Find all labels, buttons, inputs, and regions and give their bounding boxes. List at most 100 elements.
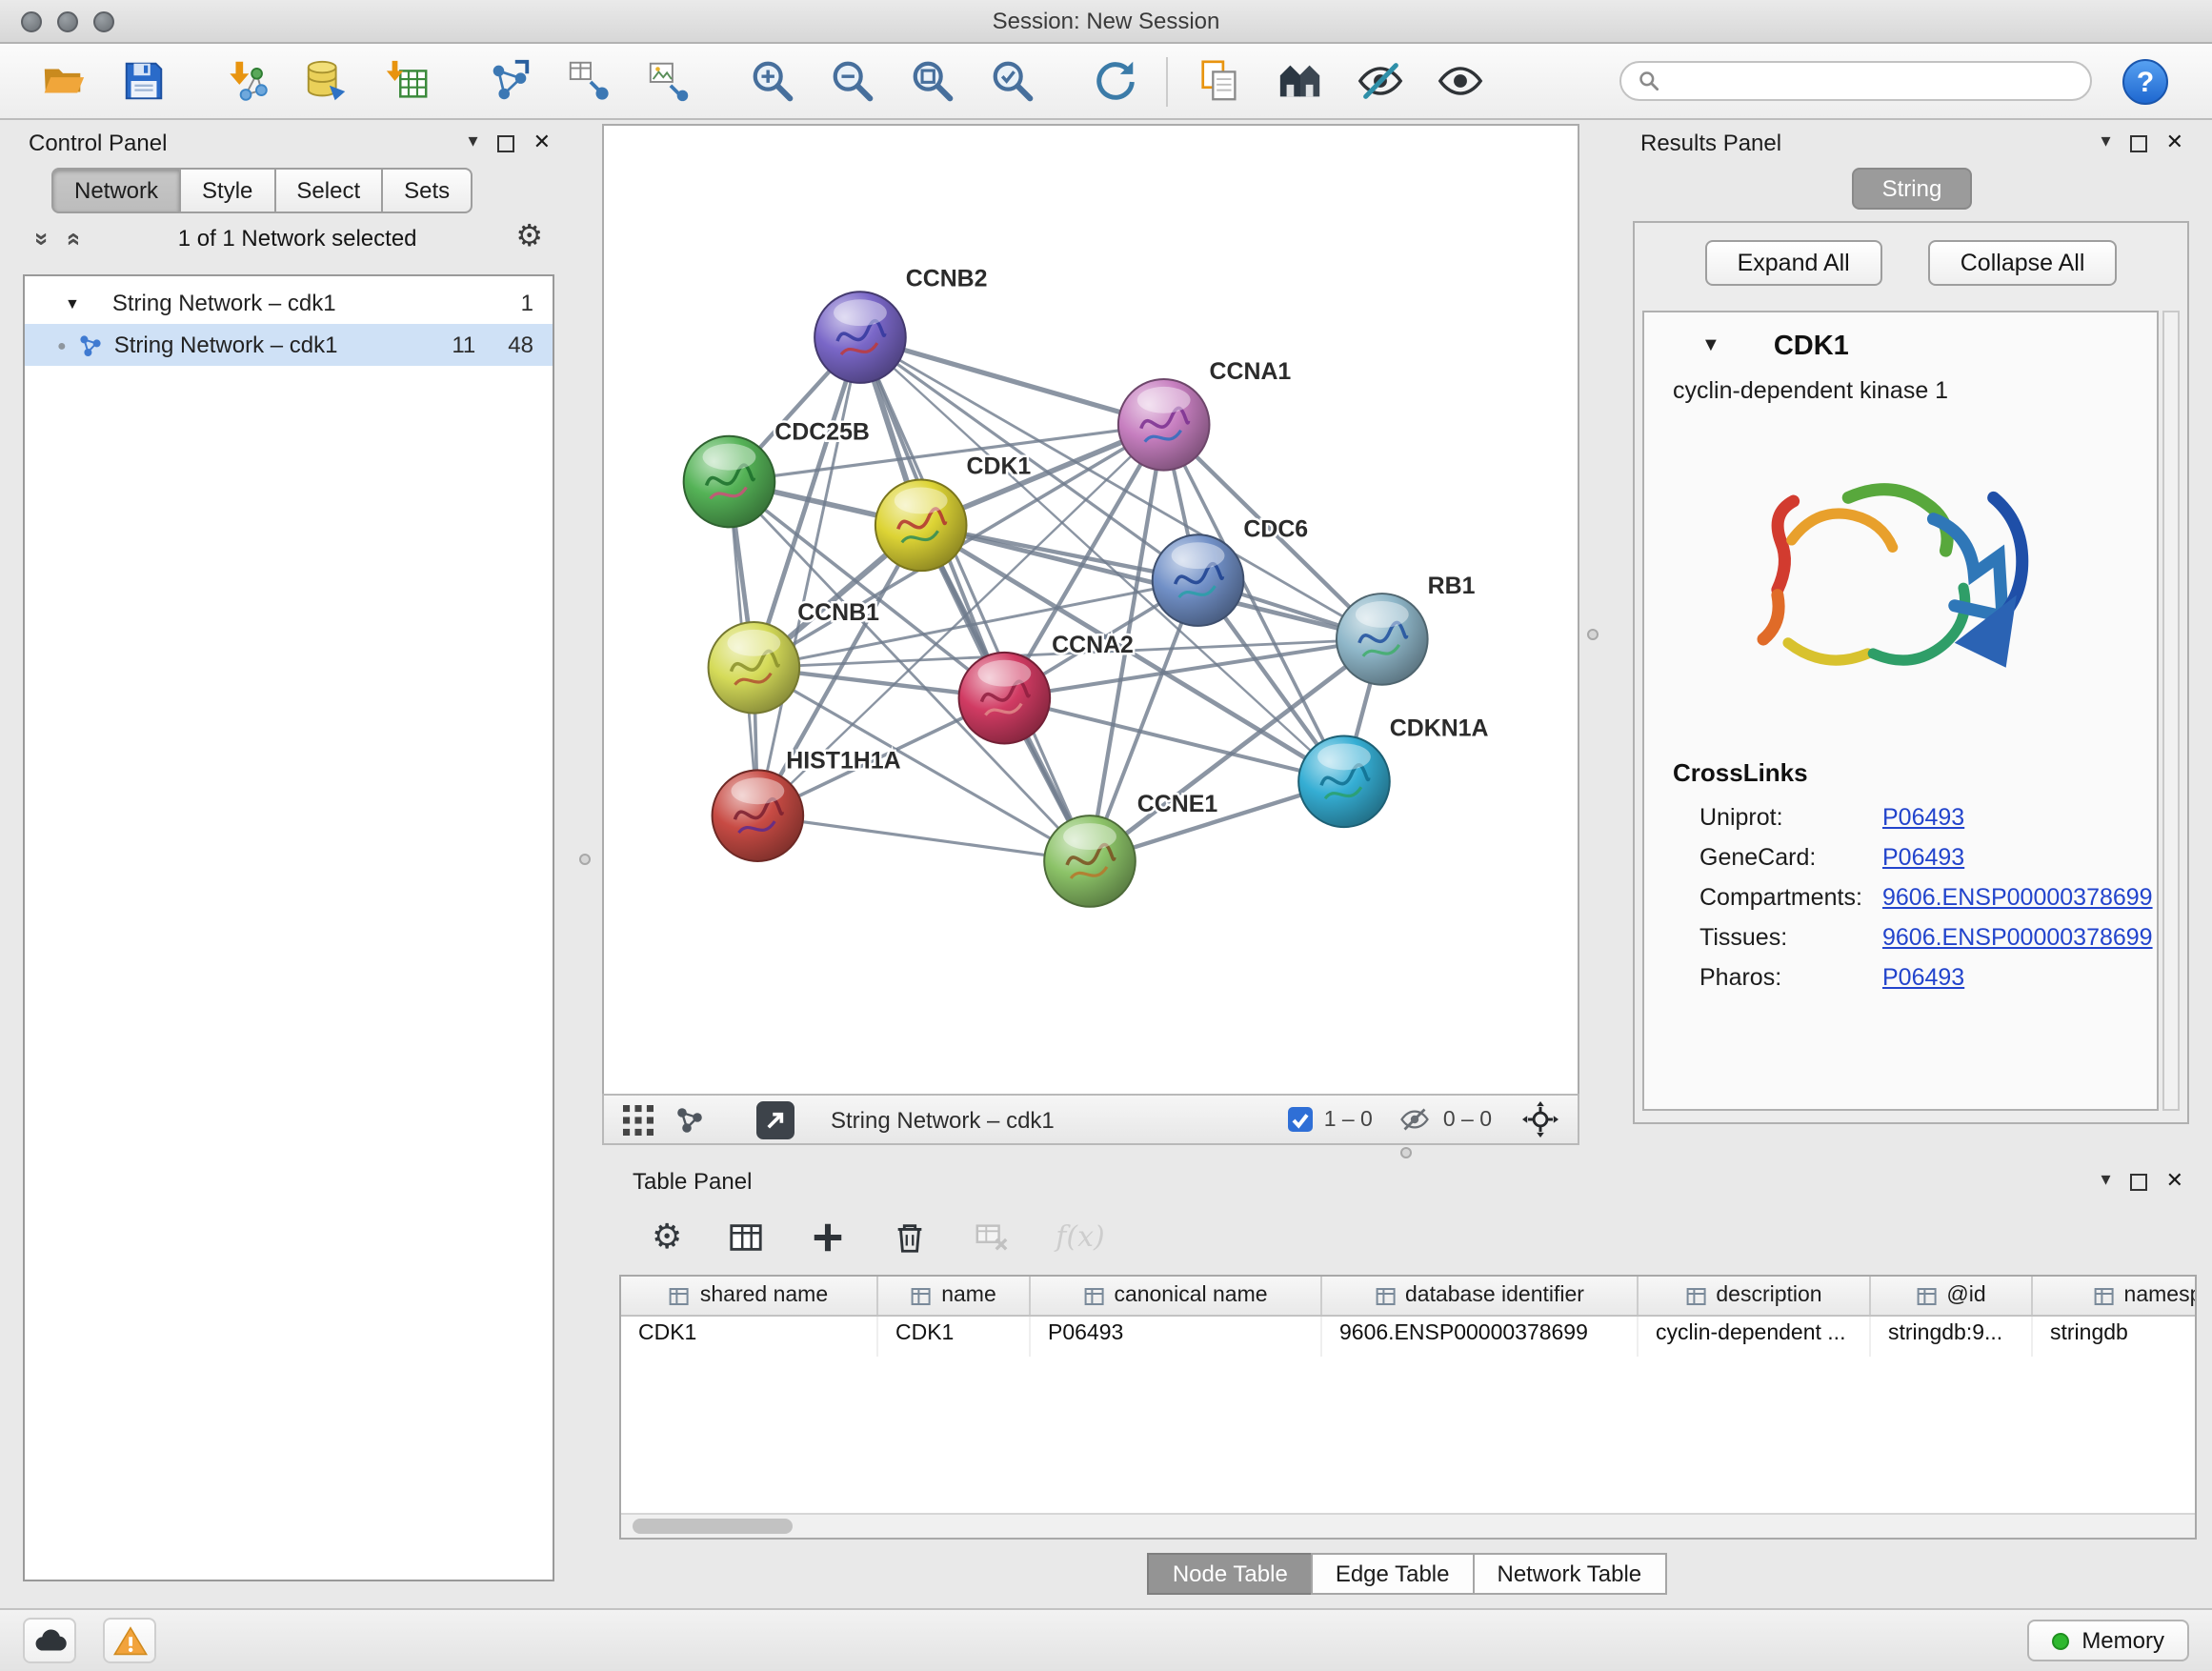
table-cell[interactable]: stringdb:9...: [1871, 1317, 2033, 1357]
hide-selected-button[interactable]: [1351, 52, 1408, 110]
column-header[interactable]: canonical name: [1031, 1277, 1322, 1315]
zoom-out-button[interactable]: [823, 52, 880, 110]
network-graph[interactable]: CCNB2CCNA1CDC25BCDK1CDC6RB1CCNB1CCNA2CDK…: [604, 126, 1578, 1094]
grid-view-icon[interactable]: [623, 1104, 654, 1135]
import-table-from-file-button[interactable]: [377, 52, 434, 110]
zoom-in-button[interactable]: [743, 52, 800, 110]
close-panel-icon[interactable]: ✕: [533, 132, 551, 153]
search-field[interactable]: [1619, 61, 2092, 101]
column-header[interactable]: shared name: [621, 1277, 878, 1315]
tab-sets[interactable]: Sets: [381, 168, 473, 213]
table-cell[interactable]: CDK1: [878, 1317, 1031, 1357]
network-node-CCNE1[interactable]: CCNE1: [1044, 791, 1217, 907]
float-panel-icon[interactable]: ▾: [2101, 133, 2111, 152]
network-edge[interactable]: [860, 337, 1164, 425]
network-view[interactable]: CCNB2CCNA1CDC25BCDK1CDC6RB1CCNB1CCNA2CDK…: [602, 124, 1579, 1094]
left-splitter-handle[interactable]: [579, 854, 591, 865]
network-node-CCNB1[interactable]: CCNB1: [709, 599, 880, 714]
copy-style-button[interactable]: [1191, 52, 1248, 110]
show-all-button[interactable]: [1431, 52, 1488, 110]
crosslink-link[interactable]: P06493: [1882, 803, 1964, 830]
network-node-HIST1H1A[interactable]: HIST1H1A: [713, 747, 901, 861]
network-from-table-button[interactable]: [560, 52, 617, 110]
network-row[interactable]: ● String Network – cdk1 11 48: [25, 324, 553, 366]
export-view-button[interactable]: [756, 1100, 794, 1138]
collapse-triangle-icon[interactable]: ▼: [65, 294, 80, 312]
crosslink-link[interactable]: P06493: [1882, 963, 1964, 990]
right-splitter-handle[interactable]: [1587, 629, 1599, 640]
save-session-button[interactable]: [114, 52, 171, 110]
show-columns-icon[interactable]: [728, 1218, 764, 1255]
collapse-all-icon[interactable]: »: [30, 232, 55, 245]
network-overview-icon[interactable]: [674, 1104, 705, 1135]
add-column-icon[interactable]: [810, 1218, 846, 1255]
table-row[interactable]: CDK1 CDK1 P06493 9606.ENSP00000378699 cy…: [621, 1317, 2195, 1357]
search-input[interactable]: [1671, 68, 2073, 94]
window-zoom-button[interactable]: [93, 10, 114, 31]
crosslink-link[interactable]: 9606.ENSP00000378699: [1882, 883, 2153, 910]
window-minimize-button[interactable]: [57, 10, 78, 31]
column-header[interactable]: @id: [1871, 1277, 2033, 1315]
network-node-RB1[interactable]: RB1: [1337, 573, 1476, 685]
network-collection-row[interactable]: ▼ String Network – cdk1 1: [25, 282, 553, 324]
table-cell[interactable]: cyclin-dependent ...: [1639, 1317, 1871, 1357]
zoom-selected-button[interactable]: [983, 52, 1040, 110]
crosslink-link[interactable]: P06493: [1882, 843, 1964, 870]
fit-content-crosshair-icon[interactable]: [1522, 1101, 1558, 1137]
network-edge[interactable]: [860, 337, 1090, 861]
collapse-section-icon[interactable]: ▼: [1701, 337, 1720, 356]
open-session-button[interactable]: [34, 52, 91, 110]
column-header[interactable]: description: [1639, 1277, 1871, 1315]
tab-select[interactable]: Select: [273, 168, 383, 213]
table-cell[interactable]: CDK1: [621, 1317, 878, 1357]
table-horizontal-scrollbar[interactable]: [621, 1513, 2195, 1538]
window-close-button[interactable]: [21, 10, 42, 31]
tab-network-table[interactable]: Network Table: [1473, 1553, 1667, 1595]
graphics-details-button[interactable]: [1271, 52, 1328, 110]
tab-string[interactable]: String: [1852, 168, 1973, 210]
network-from-image-button[interactable]: [640, 52, 697, 110]
float-panel-icon[interactable]: ▾: [469, 133, 478, 152]
crosslink-link[interactable]: 9606.ENSP00000378699: [1882, 923, 2153, 950]
delete-column-icon[interactable]: [892, 1218, 928, 1255]
column-header[interactable]: database identifier: [1322, 1277, 1639, 1315]
tab-style[interactable]: Style: [179, 168, 275, 213]
results-scrollbar[interactable]: [2162, 311, 2180, 1111]
maximize-panel-icon[interactable]: [2130, 134, 2147, 151]
import-network-from-file-button[interactable]: [217, 52, 274, 110]
expand-all-button[interactable]: Expand All: [1705, 240, 1882, 286]
network-node-CDKN1A[interactable]: CDKN1A: [1298, 715, 1488, 827]
cloud-status-button[interactable]: [23, 1618, 76, 1663]
network-edge[interactable]: [757, 337, 860, 815]
expand-all-icon[interactable]: »: [60, 232, 85, 245]
float-panel-icon[interactable]: ▾: [2101, 1172, 2111, 1191]
tab-edge-table[interactable]: Edge Table: [1311, 1553, 1475, 1595]
network-node-CCNA1[interactable]: CCNA1: [1118, 358, 1292, 471]
network-options-gear-icon[interactable]: ⚙: [515, 223, 543, 253]
network-node-CDC25B[interactable]: CDC25B: [684, 419, 870, 528]
column-header[interactable]: namespace: [2033, 1277, 2197, 1315]
tab-node-table[interactable]: Node Table: [1148, 1553, 1313, 1595]
close-panel-icon[interactable]: ✕: [2166, 132, 2183, 153]
collapse-all-button[interactable]: Collapse All: [1928, 240, 2118, 286]
column-header[interactable]: name: [878, 1277, 1031, 1315]
help-button[interactable]: ?: [2121, 56, 2170, 106]
import-network-from-database-button[interactable]: [297, 52, 354, 110]
tab-network[interactable]: Network: [51, 168, 181, 213]
warnings-button[interactable]: [103, 1618, 156, 1663]
table-cell[interactable]: P06493: [1031, 1317, 1322, 1357]
bottom-splitter-handle[interactable]: [1400, 1147, 1412, 1158]
maximize-panel-icon[interactable]: [497, 134, 514, 151]
network-node-CDK1[interactable]: CDK1: [875, 453, 1032, 572]
scrollbar-thumb[interactable]: [633, 1519, 793, 1534]
zoom-fit-button[interactable]: [903, 52, 960, 110]
new-network-button[interactable]: [480, 52, 537, 110]
memory-button[interactable]: Memory: [2026, 1620, 2189, 1661]
table-cell[interactable]: 9606.ENSP00000378699: [1322, 1317, 1639, 1357]
close-panel-icon[interactable]: ✕: [2166, 1171, 2183, 1192]
table-options-gear-icon[interactable]: ⚙: [652, 1219, 682, 1254]
table-cell[interactable]: stringdb: [2033, 1317, 2197, 1357]
network-edge[interactable]: [757, 815, 1090, 861]
maximize-panel-icon[interactable]: [2130, 1173, 2147, 1190]
apply-layout-button[interactable]: [1086, 52, 1143, 110]
